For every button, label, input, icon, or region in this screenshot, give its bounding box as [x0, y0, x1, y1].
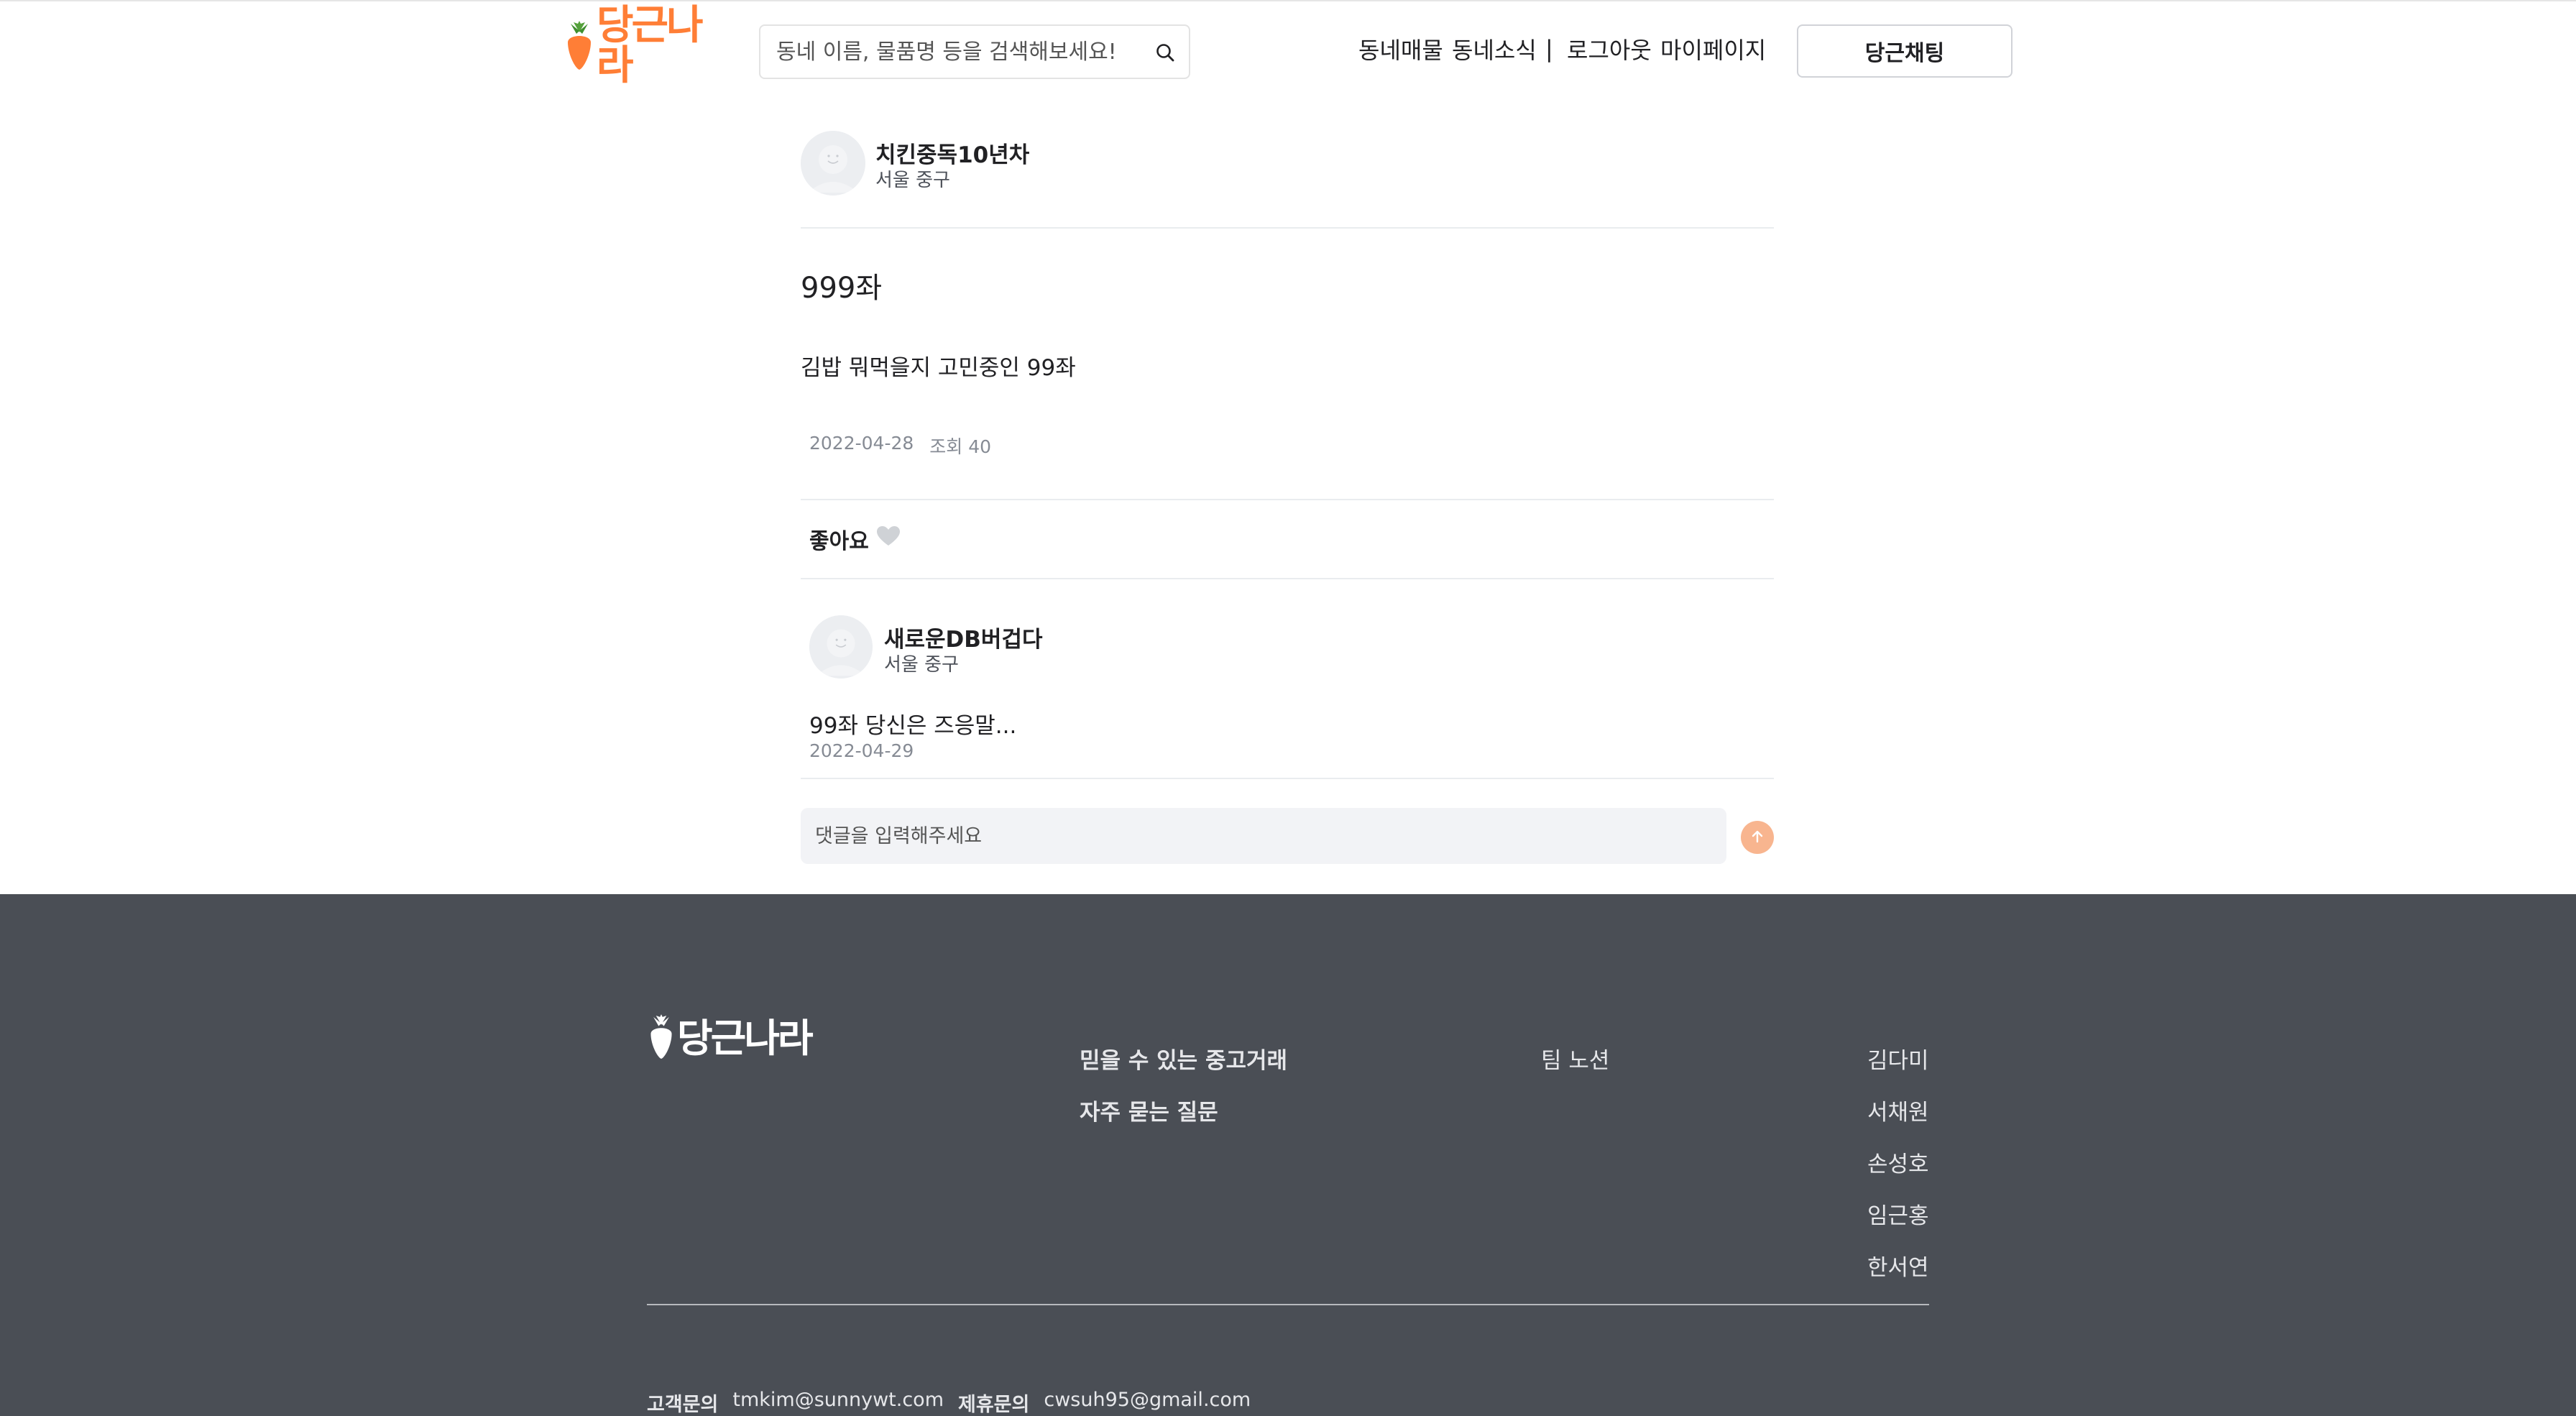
logo-text: 당근나라	[597, 2, 704, 89]
avatar[interactable]	[809, 615, 873, 679]
arrow-up-icon	[1749, 828, 1766, 847]
author-region: 서울 중구	[875, 170, 950, 191]
chat-button[interactable]: 당근채팅	[1797, 24, 2012, 78]
footer-member[interactable]: 서채원	[1867, 1094, 1929, 1126]
customer-label: 고객문의	[647, 1394, 719, 1416]
send-comment-button[interactable]	[1741, 821, 1774, 854]
nav-market[interactable]: 동네매물	[1358, 32, 1443, 66]
nav-logout[interactable]: 로그아웃	[1567, 32, 1652, 66]
post-date: 2022-04-28	[809, 433, 914, 454]
footer-divider	[647, 1304, 1929, 1305]
post-meta: 2022-04-28 조회 40	[809, 433, 991, 459]
footer-logo[interactable]: 당근나라	[647, 1013, 814, 1064]
footer-member[interactable]: 임근홍	[1867, 1197, 1929, 1230]
comment-date: 2022-04-29	[809, 740, 914, 761]
divider	[801, 227, 1774, 229]
footer-member[interactable]: 김다미	[1867, 1042, 1929, 1075]
like-button[interactable]: 좋아요	[809, 523, 901, 555]
like-label: 좋아요	[809, 529, 869, 554]
footer-link-faq[interactable]: 자주 묻는 질문	[1080, 1094, 1218, 1126]
nav-mypage[interactable]: 마이페이지	[1660, 32, 1766, 66]
footer-member[interactable]: 한서연	[1867, 1249, 1929, 1282]
customer-email[interactable]: tmkim@sunnywt.com	[732, 1389, 944, 1416]
comment-author[interactable]: 새로운DB버겁다	[884, 621, 1042, 653]
post-body: 김밥 뭐먹을지 고민중인 99좌	[801, 355, 1076, 381]
partner-email[interactable]: cwsuh95@gmail.com	[1044, 1389, 1251, 1416]
comment-input[interactable]	[801, 808, 1726, 864]
footer-logo-text: 당근나라	[677, 1016, 814, 1061]
carrot-icon	[647, 1013, 676, 1064]
avatar[interactable]	[801, 131, 865, 196]
divider	[801, 578, 1774, 579]
logo[interactable]: 당근나라	[564, 6, 733, 86]
nav-separator: |	[1545, 35, 1553, 63]
partner-label: 제휴문의	[958, 1394, 1030, 1416]
footer-link-trust[interactable]: 믿을 수 있는 중고거래	[1080, 1042, 1287, 1075]
footer: 당근나라 믿을 수 있는 중고거래 자주 묻는 질문 팀 노션 김다미 서채원 …	[0, 894, 2576, 1416]
post-views: 조회 40	[929, 436, 992, 457]
search-icon[interactable]	[1154, 42, 1177, 65]
footer-member[interactable]: 손성호	[1867, 1146, 1929, 1178]
divider	[801, 499, 1774, 500]
divider	[801, 778, 1774, 779]
author-name[interactable]: 치킨중독10년차	[875, 137, 1029, 169]
nav-news[interactable]: 동네소식	[1452, 32, 1537, 66]
header: 당근나라 동네매물 동네소식 | 로그아웃 마이페이지 당근채팅	[0, 0, 2576, 101]
comment-text: 99좌 당신은 즈응말...	[809, 713, 1017, 739]
footer-contact: 고객문의 tmkim@sunnywt.com 제휴문의 cwsuh95@gmai…	[647, 1389, 1251, 1416]
search-bar	[759, 24, 1190, 79]
post-title: 999좌	[801, 272, 883, 305]
search-input[interactable]	[776, 36, 1136, 68]
heart-icon[interactable]	[876, 525, 901, 553]
footer-link-team-notion[interactable]: 팀 노션	[1541, 1042, 1609, 1075]
carrot-icon	[564, 21, 595, 71]
comment-region: 서울 중구	[884, 654, 959, 676]
